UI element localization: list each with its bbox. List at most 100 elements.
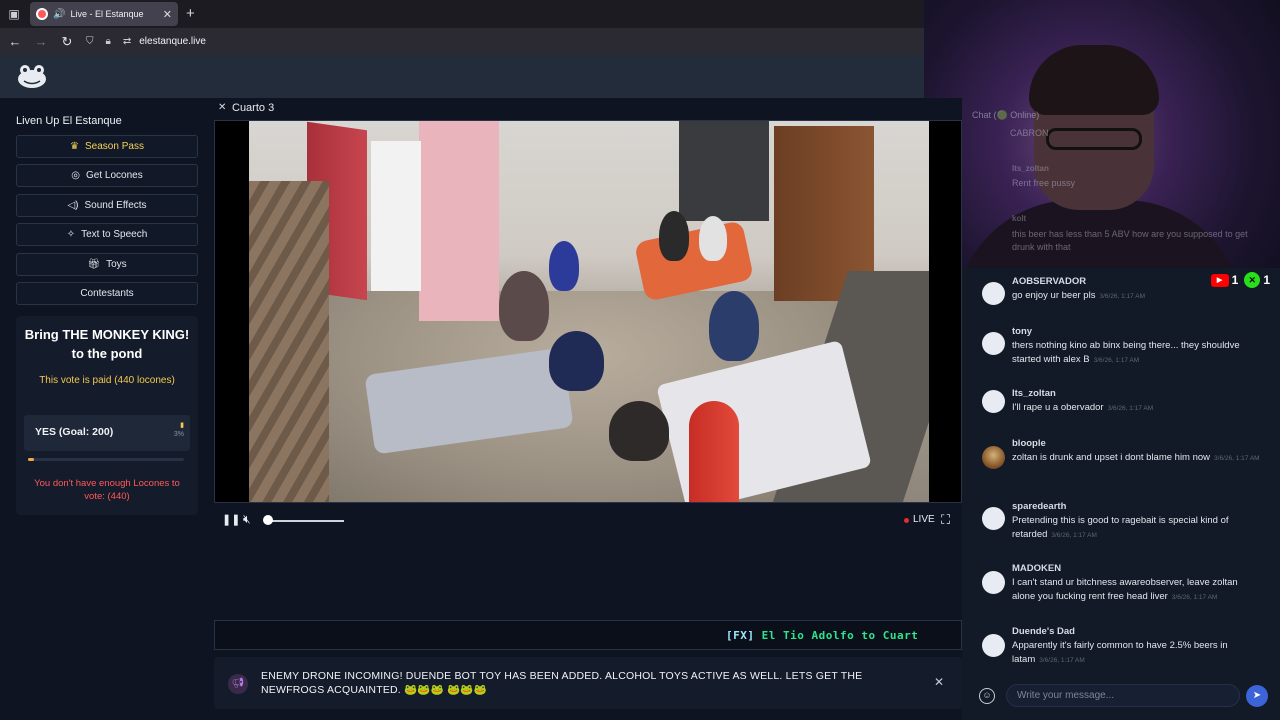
fullscreen-icon[interactable]: ⛶ xyxy=(941,512,950,528)
chat-username[interactable]: sparedearth xyxy=(1012,501,1066,512)
platform-badges: ▶ 1 ✕ 1 xyxy=(1210,272,1270,288)
speaker-icon: ◁) xyxy=(67,200,79,211)
chat-timestamp: 3/6/26, 1:17 AM xyxy=(1099,293,1145,300)
tab-title: Live - El Estanque xyxy=(70,9,144,19)
chat-body: zoltan is drunk and upset i dont blame h… xyxy=(1012,452,1211,463)
send-icon[interactable]: ➤ xyxy=(1246,685,1268,707)
emoji-icon[interactable]: ☺ xyxy=(979,688,995,704)
person-bottom xyxy=(609,401,669,461)
pause-icon[interactable]: ❚❚ xyxy=(222,513,240,526)
vote-card: Bring THE MONKEY KING! to the pond This … xyxy=(16,316,198,515)
chat-username[interactable]: MADOKEN xyxy=(1012,563,1061,574)
kick-badge: ✕ 1 xyxy=(1244,272,1270,288)
close-tab-icon[interactable]: ✕ xyxy=(163,8,172,21)
ghost-message-2: this beer has less than 5 ABV how are yo… xyxy=(1012,229,1248,252)
frog-avatar xyxy=(982,332,1005,355)
ghost-message-0: CABRON xyxy=(1010,128,1049,138)
user-avatar xyxy=(982,446,1005,469)
frog-avatar xyxy=(982,507,1005,530)
chat-timestamp: 3/6/26, 1:17 AM xyxy=(1039,657,1085,664)
get-locones-label: Get Locones xyxy=(86,170,143,181)
chat-body: Pretending this is good to ragebait is s… xyxy=(1012,515,1229,540)
sound-effects-label: Sound Effects xyxy=(84,200,147,211)
muted-speaker-icon[interactable]: 🔇︎ xyxy=(243,512,251,527)
vote-yes-option[interactable]: YES (Goal: 200) ▮ 3% xyxy=(24,415,190,451)
contestants-label: Contestants xyxy=(80,288,134,299)
toys-button[interactable]: 🎁︎ Toys xyxy=(16,253,198,276)
crown-icon: ♛ xyxy=(70,141,80,152)
person-right xyxy=(709,291,759,361)
chat-timestamp: 3/6/26, 1:17 AM xyxy=(1214,455,1260,462)
tab-list-icon[interactable]: ▣ xyxy=(6,6,22,22)
browser-tab[interactable]: 🔊 Live - El Estanque ✕ xyxy=(30,2,178,26)
chat-username[interactable]: AOBSERVADOR xyxy=(1012,276,1086,287)
chat-username[interactable]: Its_zoltan xyxy=(1012,388,1056,399)
chat-input-bar: ☺ ➤ xyxy=(972,682,1270,709)
megaphone-icon: 📢︎ xyxy=(228,674,248,694)
announcement-banner: 📢︎ ENEMY DRONE INCOMING! DUENDE BOT TOY … xyxy=(214,657,962,709)
site-favicon-icon xyxy=(36,8,48,20)
chat-online-label: Chat (🟢 Online) xyxy=(972,110,1040,120)
chat-timestamp: 3/6/26, 1:17 AM xyxy=(1171,594,1218,601)
person-back-1 xyxy=(659,211,689,261)
kick-count: 1 xyxy=(1263,273,1270,287)
text-to-speech-button[interactable]: ✧ Text to Speech xyxy=(16,223,198,246)
vote-option-percent: 3% xyxy=(173,431,184,438)
text-to-speech-label: Text to Speech xyxy=(81,229,148,240)
chat-message-input[interactable] xyxy=(1006,684,1240,707)
forward-icon[interactable]: → xyxy=(34,34,48,49)
url-bar: ← → ↻ ⛉ 🔒︎ ⇄ elestanque.live xyxy=(0,28,924,55)
new-tab-icon[interactable]: + xyxy=(186,5,195,22)
lock-icon[interactable]: 🔒︎ xyxy=(106,36,111,47)
left-sidebar: Liven Up El Estanque ♛ Season Pass ◎ Get… xyxy=(0,98,214,720)
reload-icon[interactable]: ↻ xyxy=(60,34,74,50)
coin-icon: ◎ xyxy=(71,170,80,181)
season-pass-label: Season Pass xyxy=(85,141,144,152)
vote-progress-bar xyxy=(28,458,184,461)
url-text[interactable]: elestanque.live xyxy=(139,36,206,47)
ghost-user-1: Its_zoltan xyxy=(1012,164,1049,173)
close-video-icon[interactable]: ✕ xyxy=(218,102,226,113)
contestants-button[interactable]: Contestants xyxy=(16,282,198,305)
chat-panel: ▶ 1 ✕ 1 AOBSERVADOR go enjoy ur beer pls… xyxy=(962,268,1280,720)
ghost-message-1: Rent free pussy xyxy=(1012,178,1076,188)
chat-timestamp: 3/6/26, 1:17 AM xyxy=(1093,357,1140,364)
kick-icon: ✕ xyxy=(1244,272,1261,288)
back-icon[interactable]: ← xyxy=(8,34,22,49)
youtube-icon: ▶ xyxy=(1210,273,1229,287)
room-red-pillar xyxy=(689,401,739,502)
chat-text: I'll rape u a obervador 3/6/26, 1:17 AM xyxy=(1012,401,1262,416)
chat-text: thers nothing kino ab binx being there..… xyxy=(1012,339,1262,368)
person-front xyxy=(549,331,604,391)
frog-avatar xyxy=(982,282,1005,305)
chat-text: Pretending this is good to ragebait is s… xyxy=(1012,514,1262,543)
sound-effects-button[interactable]: ◁) Sound Effects xyxy=(16,194,198,217)
get-locones-button[interactable]: ◎ Get Locones xyxy=(16,164,198,187)
room-pink-wall xyxy=(419,121,499,321)
room-window xyxy=(679,121,769,221)
person-left xyxy=(499,271,549,341)
volume-knob[interactable] xyxy=(263,515,273,525)
announcement-text: ENEMY DRONE INCOMING! DUENDE BOT TOY HAS… xyxy=(261,670,863,696)
person-back-2 xyxy=(699,216,727,261)
gift-icon: 🎁︎ xyxy=(87,259,101,270)
vote-paid-note: This vote is paid (440 locones) xyxy=(39,375,175,386)
audio-playing-icon[interactable]: 🔊 xyxy=(53,9,65,20)
chat-timestamp: 3/6/26, 1:17 AM xyxy=(1107,405,1154,412)
video-player[interactable] xyxy=(214,120,962,503)
youtube-badge: ▶ 1 xyxy=(1210,273,1238,287)
vote-option-label: YES (Goal: 200) xyxy=(35,426,114,438)
chat-username[interactable]: tony xyxy=(1012,326,1032,337)
vote-option-count: ▮ 3% xyxy=(173,422,184,438)
frog-logo-icon[interactable] xyxy=(16,63,48,89)
chat-username[interactable]: Duende's Dad xyxy=(1012,626,1075,637)
season-pass-button[interactable]: ♛ Season Pass xyxy=(16,135,198,158)
page-settings-icon[interactable]: ⇄ xyxy=(123,36,131,47)
chat-header: Chat (🟢 Online) CABRON Its_zoltan Rent f… xyxy=(962,98,1280,268)
chat-text: zoltan is drunk and upset i dont blame h… xyxy=(1012,451,1262,466)
close-announcement-icon[interactable]: ✕ xyxy=(934,675,944,689)
chat-username[interactable]: bloople xyxy=(1012,438,1046,449)
shield-icon[interactable]: ⛉ xyxy=(86,36,94,47)
volume-slider[interactable] xyxy=(268,520,344,522)
video-header: ✕ Cuarto 3 xyxy=(214,98,962,120)
